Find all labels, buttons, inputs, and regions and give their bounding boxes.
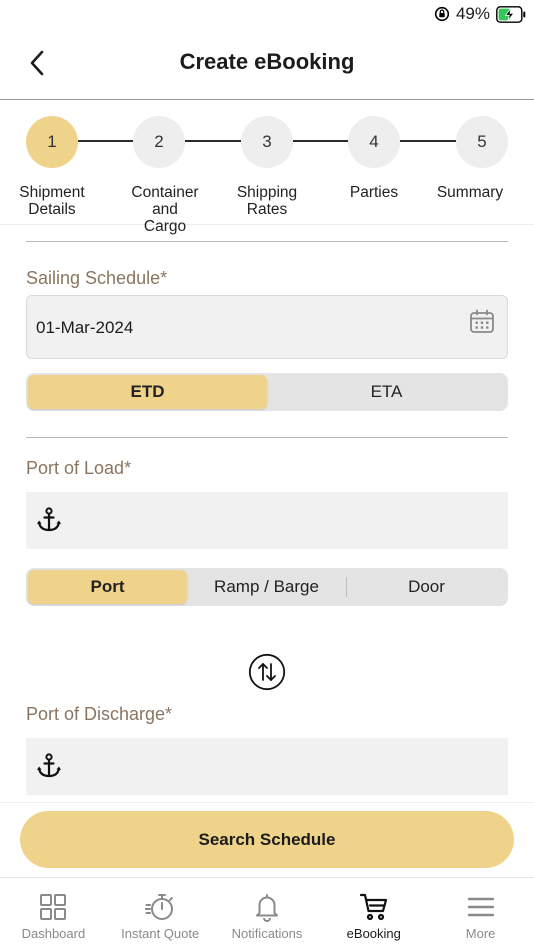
create-ebooking-screen: 49% Create eBooking 1 Shipment Details 2…: [0, 0, 534, 950]
step-label: Shipping Rates: [236, 184, 298, 218]
step-number: 5: [456, 116, 508, 168]
tab-label: More: [465, 926, 496, 941]
cart-icon: [359, 893, 387, 921]
port-of-load-field: [26, 492, 508, 549]
swap-ports-icon[interactable]: [248, 653, 286, 691]
calendar-icon[interactable]: [469, 309, 495, 335]
tab-label: eBooking: [346, 926, 401, 941]
toggle-etd[interactable]: ETD: [28, 375, 267, 409]
step-number: 2: [133, 116, 185, 168]
menu-icon: [467, 897, 494, 917]
etd-eta-toggle: ETD ETA: [26, 373, 508, 411]
sailing-schedule-label: Sailing Schedule*: [26, 268, 168, 288]
port-of-discharge-field: [26, 738, 508, 795]
bell-icon: [255, 894, 278, 922]
port-of-load-input[interactable]: [72, 492, 502, 549]
sailing-date-value: 01-Mar-2024: [36, 318, 134, 337]
tab-ebooking[interactable]: eBooking: [320, 878, 427, 950]
tab-label: Instant Quote: [121, 926, 200, 941]
tab-notifications[interactable]: Notifications: [214, 878, 321, 950]
step-label: Summary: [436, 184, 504, 201]
step-label: Shipment Details: [19, 184, 85, 218]
toggle-door[interactable]: Door: [347, 570, 506, 604]
status-bar: 49%: [0, 0, 534, 30]
load-type-toggle: Port Ramp / Barge Door: [26, 568, 508, 606]
tab-instant-quote[interactable]: Instant Quote: [107, 878, 214, 950]
page-title: Create eBooking: [179, 49, 355, 74]
anchor-icon: [37, 507, 61, 532]
app-header: Create eBooking: [0, 30, 534, 100]
section-divider: [26, 437, 508, 438]
step-number: 3: [241, 116, 293, 168]
port-of-discharge-input[interactable]: [72, 738, 502, 795]
port-of-load-label: Port of Load*: [26, 458, 132, 478]
toggle-ramp-barge[interactable]: Ramp / Barge: [187, 570, 346, 604]
anchor-icon: [37, 753, 61, 778]
tab-label: Dashboard: [21, 926, 86, 941]
port-of-discharge-label: Port of Discharge*: [26, 704, 173, 724]
step-number: 1: [26, 116, 78, 168]
section-divider: [26, 241, 508, 242]
tab-more[interactable]: More: [427, 878, 534, 950]
tab-label: Notifications: [231, 926, 303, 941]
step-number: 4: [348, 116, 400, 168]
step-shipment-details[interactable]: 1 Shipment Details: [0, 116, 107, 218]
step-shipping-rates[interactable]: 3 Shipping Rates: [212, 116, 322, 218]
rotation-lock-icon: [434, 6, 450, 22]
step-label: Container and Cargo: [131, 184, 199, 235]
step-container-cargo[interactable]: 2 Container and Cargo: [104, 116, 214, 235]
grid-icon: [40, 894, 67, 920]
stopwatch-icon: [145, 894, 174, 920]
battery-percent: 49%: [455, 4, 490, 23]
toggle-eta[interactable]: ETA: [267, 375, 506, 409]
sailing-date-field[interactable]: 01-Mar-2024: [26, 295, 508, 359]
bottom-tab-bar: Dashboard Instant Quote Notifications eB…: [0, 877, 534, 950]
battery-charging-icon: [496, 5, 526, 23]
tab-dashboard[interactable]: Dashboard: [0, 878, 107, 950]
step-summary[interactable]: 5 Summary: [427, 116, 534, 201]
toggle-port[interactable]: Port: [28, 570, 187, 604]
status-right: 49%: [434, 4, 526, 24]
search-schedule-button[interactable]: Search Schedule: [20, 811, 514, 868]
booking-stepper: 1 Shipment Details 2 Container and Cargo…: [0, 100, 534, 235]
search-action-bar: Search Schedule: [0, 802, 534, 877]
